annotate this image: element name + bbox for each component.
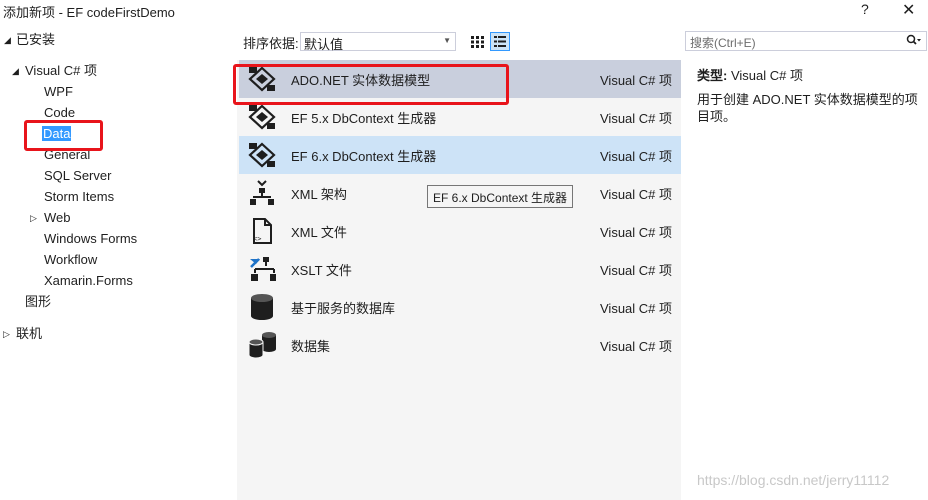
svg-text:<>: <> <box>253 235 261 243</box>
window-title: 添加新项 - EF codeFirstDemo <box>3 5 175 20</box>
tree-node-data[interactable]: Data <box>42 125 72 143</box>
item-name: XSLT 文件 <box>291 263 352 278</box>
type-value: Visual C# 项 <box>730 68 803 83</box>
list-item[interactable]: 数据集 Visual C# 项 <box>239 326 681 364</box>
list-item[interactable]: EF 5.x DbContext 生成器 Visual C# 项 <box>239 98 681 136</box>
tree-node-windows-forms[interactable]: Windows Forms <box>44 230 137 248</box>
tree-node-web[interactable]: ▷ Web <box>30 209 71 227</box>
sort-value: 默认值 <box>304 37 344 52</box>
xml-file-icon: <> <box>253 218 272 244</box>
item-name: XML 文件 <box>291 225 347 240</box>
list-item-selected[interactable]: EF 6.x DbContext 生成器 Visual C# 项 <box>239 136 681 174</box>
template-list: ADO.NET 实体数据模型 Visual C# 项 EF 5.x DbCont… <box>239 60 681 500</box>
item-name: 数据集 <box>291 339 331 354</box>
database-icon <box>251 294 273 320</box>
tree-node-installed[interactable]: ◢ 已安装 <box>4 31 55 49</box>
item-category: Visual C# 项 <box>600 339 673 354</box>
tree-node-visual-csharp[interactable]: ◢ Visual C# 项 <box>12 62 97 80</box>
item-description: 用于创建 ADO.NET 实体数据模型的项目项。 <box>697 92 918 124</box>
list-view-button[interactable] <box>490 32 510 51</box>
title-bar: 添加新项 - EF codeFirstDemo ? ✕ <box>0 0 928 21</box>
details-panel: 搜索(Ctrl+E) 类型: Visual C# 项 用于创建 ADO.NET … <box>681 22 928 500</box>
list-item[interactable]: <> XML 文件 Visual C# 项 <box>239 212 681 250</box>
tree-node-storm-items[interactable]: Storm Items <box>44 188 114 206</box>
item-name: ADO.NET 实体数据模型 <box>291 73 431 88</box>
entity-model-icon <box>248 104 276 130</box>
tree-node-code[interactable]: Code <box>44 104 75 122</box>
tree-node-wpf[interactable]: WPF <box>44 83 73 101</box>
watermark: https://blog.csdn.net/jerry11112 <box>697 472 890 488</box>
list-item[interactable]: ADO.NET 实体数据模型 Visual C# 项 <box>239 60 681 98</box>
close-button[interactable]: ✕ <box>902 0 915 20</box>
item-category: Visual C# 项 <box>600 225 673 240</box>
item-tooltip: EF 6.x DbContext 生成器 <box>427 185 574 208</box>
sort-label: 排序依据: <box>243 36 299 51</box>
tree-node-general[interactable]: General <box>44 146 90 164</box>
chevron-down-icon: ▼ <box>443 36 451 45</box>
tree-node-xamarin-forms[interactable]: Xamarin.Forms <box>44 272 133 290</box>
expand-arrow-icon[interactable]: ▷ <box>3 325 10 343</box>
item-category: Visual C# 项 <box>600 149 673 164</box>
item-category: Visual C# 项 <box>600 111 673 126</box>
list-item[interactable]: XSLT 文件 Visual C# 项 <box>239 250 681 288</box>
tree-node-workflow[interactable]: Workflow <box>44 251 97 269</box>
grid-view-icon <box>471 36 484 48</box>
entity-model-icon <box>248 66 276 92</box>
xml-schema-icon <box>250 180 274 205</box>
grid-view-button[interactable] <box>467 32 487 51</box>
collapse-arrow-icon[interactable]: ◢ <box>4 31 11 49</box>
search-input[interactable]: 搜索(Ctrl+E) <box>685 31 927 51</box>
dataset-icon <box>248 332 276 359</box>
item-name: XML 架构 <box>291 187 347 202</box>
item-category: Visual C# 项 <box>600 73 673 88</box>
tree-node-graphics[interactable]: 图形 <box>25 293 51 311</box>
help-button[interactable]: ? <box>861 1 869 17</box>
item-name: EF 5.x DbContext 生成器 <box>291 111 437 126</box>
search-icon[interactable] <box>906 34 922 48</box>
list-view-icon <box>494 36 506 47</box>
entity-model-icon <box>248 142 276 168</box>
expand-arrow-icon[interactable]: ▷ <box>30 209 37 227</box>
item-category: Visual C# 项 <box>600 301 673 316</box>
item-category: Visual C# 项 <box>600 187 673 202</box>
item-name: 基于服务的数据库 <box>291 301 396 316</box>
template-tree: ◢ 已安装 ◢ Visual C# 项 WPF Code Data Genera… <box>0 22 237 500</box>
template-list-panel: 排序依据: 默认值 ▼ ADO.NET 实体数据模型 Visual C# 项 E… <box>237 22 681 500</box>
collapse-arrow-icon[interactable]: ◢ <box>12 62 19 80</box>
type-key: 类型: <box>697 68 728 83</box>
item-name: EF 6.x DbContext 生成器 <box>291 149 437 164</box>
sort-select[interactable]: 默认值 ▼ <box>300 32 456 52</box>
search-placeholder: 搜索(Ctrl+E) <box>690 36 756 50</box>
list-item[interactable]: 基于服务的数据库 Visual C# 项 <box>239 288 681 326</box>
item-category: Visual C# 项 <box>600 263 673 278</box>
xslt-file-icon <box>250 257 276 281</box>
type-line: 类型: Visual C# 项 <box>697 65 803 84</box>
tree-node-sql-server[interactable]: SQL Server <box>44 167 111 185</box>
sort-toolbar: 排序依据: 默认值 ▼ <box>237 22 681 60</box>
tree-node-online[interactable]: ▷ 联机 <box>3 325 42 343</box>
